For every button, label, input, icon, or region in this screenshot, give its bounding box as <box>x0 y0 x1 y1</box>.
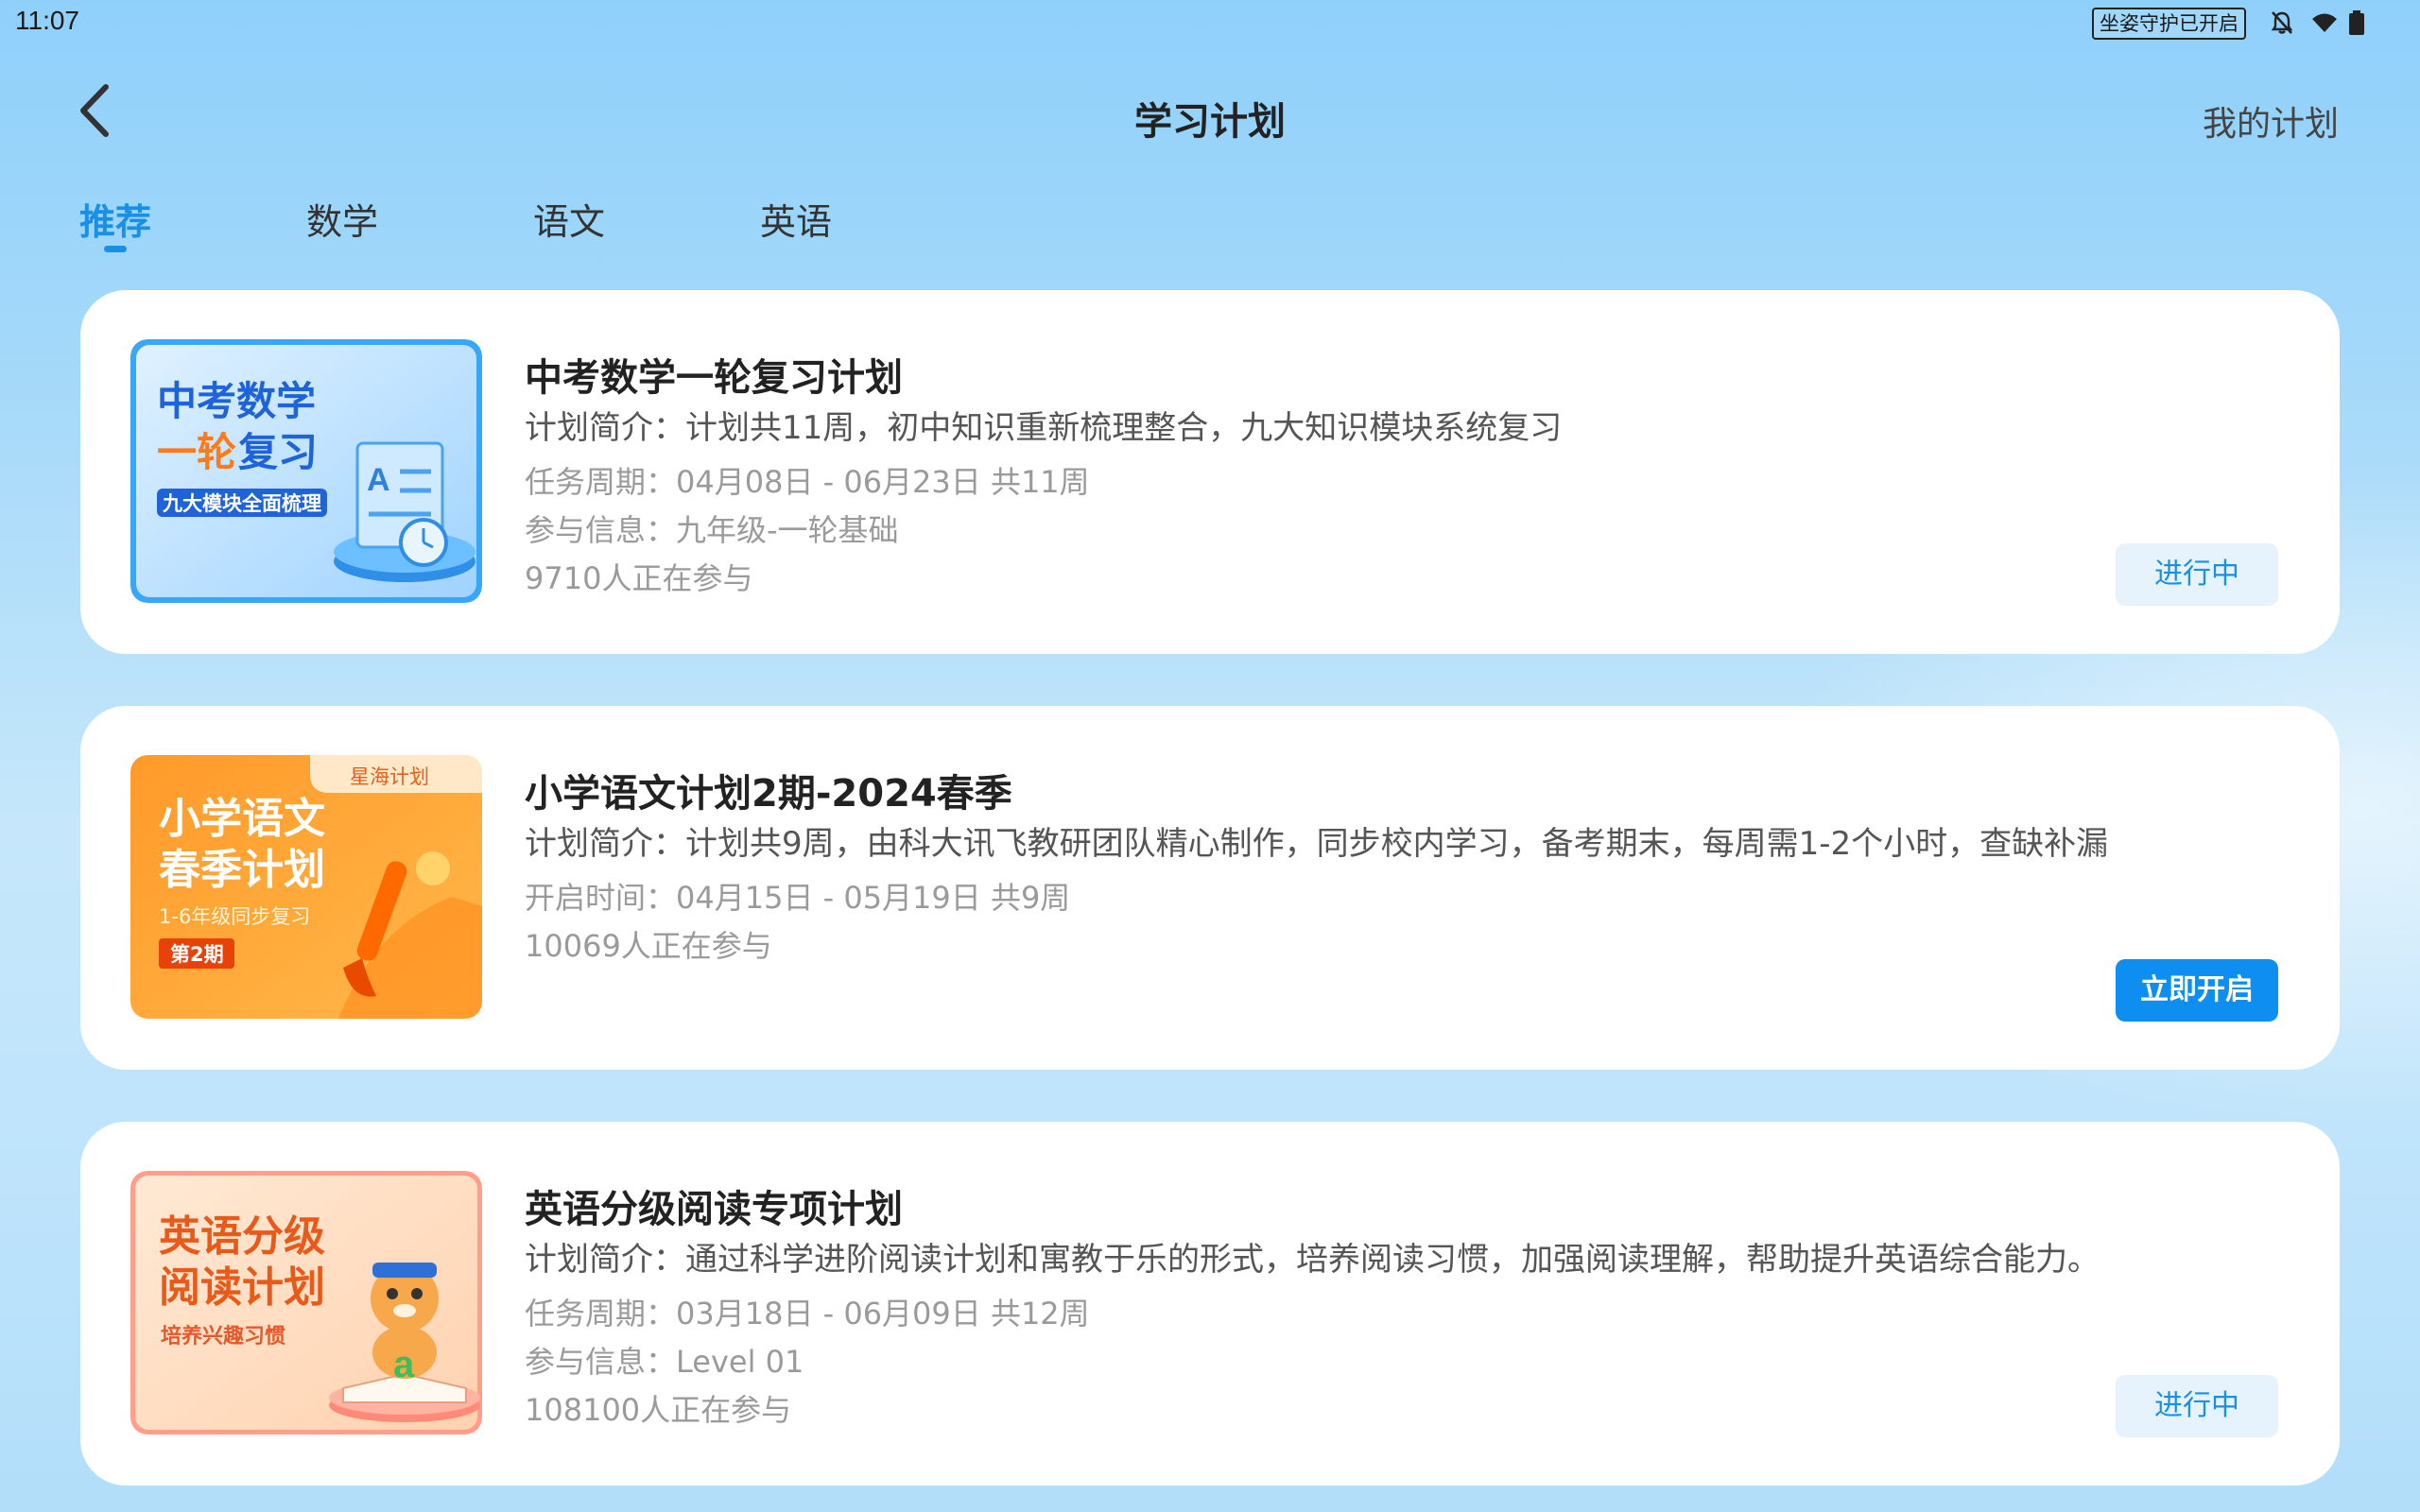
thumb-title-line2b: 复习 <box>238 429 318 475</box>
svg-text:a: a <box>393 1344 415 1385</box>
plan-thumbnail: 星海计划 小学语文 春季计划 1-6年级同步复习 第2期 <box>130 755 482 1019</box>
plan-thumbnail: A 中考数学 一轮 复习 九大模块全面梳理 <box>130 339 482 603</box>
tab-chinese[interactable]: 语文 <box>533 193 605 245</box>
plan-period: 任务周期：04月08日 - 06月23日 共11周 <box>525 464 1090 500</box>
plan-period: 任务周期：03月18日 - 06月09日 共12周 <box>525 1296 1090 1332</box>
tab-label: 语文 <box>533 201 606 243</box>
status-time: 11:07 <box>15 6 79 35</box>
thumb-corner-label: 星海计划 <box>350 765 429 788</box>
thumb-title-line1: 英语分级 <box>159 1212 325 1261</box>
thumb-title-line1: 小学语文 <box>159 795 325 843</box>
tab-label: 英语 <box>760 201 833 243</box>
plan-title: 中考数学一轮复习计划 <box>525 356 903 400</box>
tab-recommended[interactable]: 推荐 <box>79 193 152 252</box>
plan-status-button[interactable]: 进行中 <box>2116 543 2278 606</box>
plan-description: 计划简介：计划共9周，由科大讯飞教研团队精心制作，同步校内学习，备考期末，每周需… <box>525 825 2109 863</box>
wifi-icon <box>2310 9 2337 36</box>
thumb-title-line2a: 一轮 <box>157 429 236 475</box>
plan-card-chinese[interactable]: 星海计划 小学语文 春季计划 1-6年级同步复习 第2期 小学语文计划2期-20… <box>80 706 2340 1070</box>
tab-math[interactable]: 数学 <box>306 193 378 245</box>
thumb-title-line2: 阅读计划 <box>159 1263 325 1312</box>
battery-icon <box>2348 9 2365 36</box>
plan-status-button[interactable]: 进行中 <box>2116 1375 2278 1437</box>
plan-participants: 108100人正在参与 <box>525 1392 792 1428</box>
thumb-title-line2: 春季计划 <box>159 846 325 894</box>
plan-card-math[interactable]: A 中考数学 一轮 复习 九大模块全面梳理 中考数学一轮复习计划 计划简介：计划… <box>80 290 2340 654</box>
thumb-tagline: 培养兴趣习惯 <box>161 1324 285 1349</box>
plan-thumbnail: a 英语分级 阅读计划 培养兴趣习惯 <box>130 1171 482 1435</box>
plan-period: 开启时间：04月15日 - 05月19日 共9周 <box>525 880 1071 916</box>
tab-english[interactable]: 英语 <box>760 193 832 245</box>
plan-title: 小学语文计划2期-2024春季 <box>525 772 1012 816</box>
tab-label: 数学 <box>306 201 379 243</box>
plan-description: 计划简介：通过科学进阶阅读计划和寓教于乐的形式，培养阅读习惯，加强阅读理解，帮助… <box>525 1241 2100 1279</box>
status-bar: 11:07 坐姿守护已开启 <box>0 0 2420 45</box>
plan-participants: 10069人正在参与 <box>525 928 772 964</box>
bell-off-icon <box>2269 9 2295 36</box>
plan-title: 英语分级阅读专项计划 <box>525 1188 903 1231</box>
thumb-issue-badge: 第2期 <box>170 943 224 966</box>
plan-card-english[interactable]: a 英语分级 阅读计划 培养兴趣习惯 英语分级阅读专项计划 计划简介：通过科学进… <box>80 1122 2340 1486</box>
plan-info: 参与信息：九年级-一轮基础 <box>525 512 899 548</box>
posture-guard-badge: 坐姿守护已开启 <box>2092 8 2246 40</box>
thumb-title-line1: 中考数学 <box>157 378 316 424</box>
thumb-tagline: 九大模块全面梳理 <box>162 492 321 515</box>
thumb-tagline: 1-6年级同步复习 <box>159 905 310 928</box>
page-title: 学习计划 <box>1134 100 1286 144</box>
plan-info: 参与信息：Level 01 <box>525 1344 804 1380</box>
my-plan-link[interactable]: 我的计划 <box>2203 96 2339 146</box>
plan-description: 计划简介：计划共11周，初中知识重新梳理整合，九大知识模块系统复习 <box>525 409 1563 447</box>
start-now-button[interactable]: 立即开启 <box>2116 959 2278 1022</box>
plan-participants: 9710人正在参与 <box>525 560 753 596</box>
tab-label: 推荐 <box>79 201 152 243</box>
active-tab-indicator <box>104 246 127 252</box>
svg-text:A: A <box>367 462 390 498</box>
